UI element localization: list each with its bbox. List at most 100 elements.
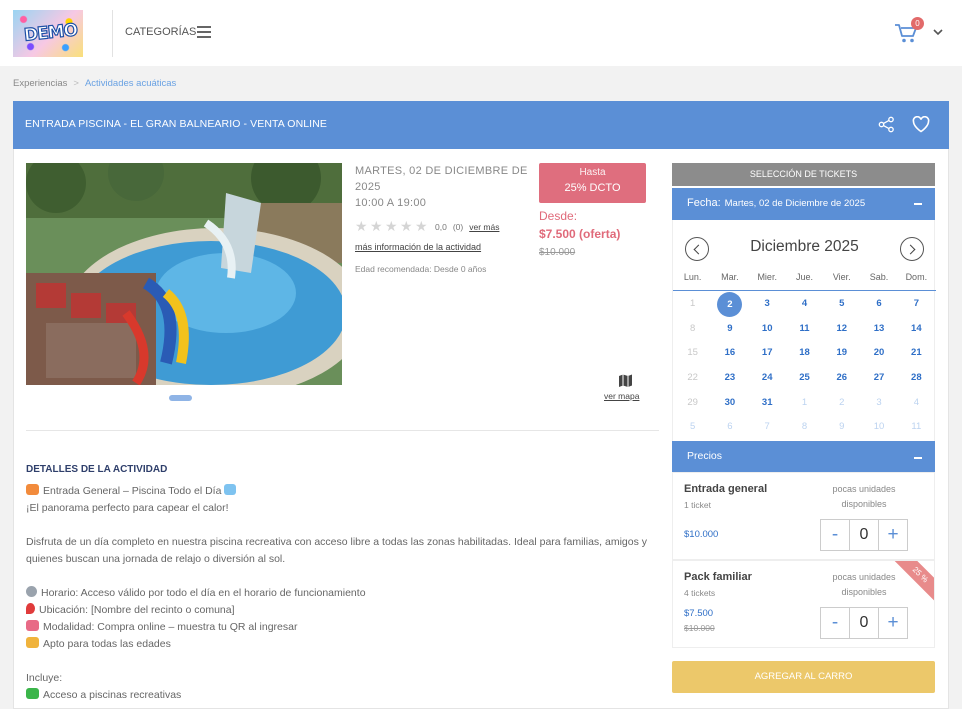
ticket-name: Pack familiar <box>684 571 752 583</box>
stock-notice: pocas unidades disponibles <box>832 572 896 597</box>
details-line: Ubicación: [Nombre del recinto o comuna] <box>26 602 666 619</box>
breadcrumb-item-actividades[interactable]: Actividades acuáticas <box>85 78 176 89</box>
breadcrumb-item-experiencias[interactable]: Experiencias <box>13 78 67 89</box>
calendar-day[interactable]: 13 <box>860 317 897 342</box>
calendar-day[interactable]: 9 <box>711 317 748 342</box>
collapse-icon[interactable] <box>914 457 922 459</box>
calendar-day: 2 <box>839 396 845 408</box>
calendar-day[interactable]: 12 <box>823 317 860 342</box>
weekday-header: Lun. Mar. Mier. Jue. Vier. Sab. Dom. <box>673 272 936 291</box>
clock-icon <box>26 586 37 597</box>
increase-button[interactable]: + <box>879 520 907 550</box>
decrease-button[interactable]: - <box>821 520 849 550</box>
prices-label: Precios <box>687 450 723 462</box>
ticket-price: $10.000 <box>684 529 719 540</box>
calendar-day-selected[interactable]: 2 <box>711 292 748 317</box>
event-date: MARTES, 02 DE DICIEMBRE DE 2025 <box>355 165 528 193</box>
cart-count-badge: 0 <box>911 17 924 30</box>
calendar-day[interactable]: 25 <box>786 366 823 391</box>
selected-date: Martes, 02 de Diciembre de 2025 <box>724 198 866 209</box>
breadcrumb: Experiencias > Actividades acuáticas <box>13 78 176 89</box>
increase-button[interactable]: + <box>879 608 907 638</box>
calendar-day[interactable]: 4 <box>786 292 823 317</box>
calendar-day[interactable]: 6 <box>860 292 897 317</box>
hamburger-menu-icon[interactable] <box>197 26 211 38</box>
calendar-day: 29 <box>687 396 698 408</box>
calendar: Diciembre 2025 Lun. Mar. Mier. Jue. Vier. Sab… <box>672 220 936 441</box>
calendar-day[interactable]: 7 <box>898 292 935 317</box>
next-month-button[interactable] <box>900 237 924 261</box>
calendar-day: 11 <box>911 421 922 433</box>
calendar-day: 8 <box>801 421 808 433</box>
ticket-name: Entrada general <box>684 483 768 495</box>
ticket-selection-title: SELECCIÓN DE TICKETS <box>672 163 935 186</box>
calendar-day[interactable]: 14 <box>898 317 935 342</box>
calendar-day[interactable]: 30 <box>711 391 748 416</box>
calendar-day: 1 <box>801 396 808 408</box>
calendar-day: 7 <box>764 421 770 433</box>
water-drops-icon <box>224 484 237 495</box>
date-label: Fecha: Martes, 02 de Diciembre de 2025 <box>687 197 866 209</box>
chevron-down-icon[interactable] <box>933 27 943 37</box>
event-title-bar: ENTRADA PISCINA - EL GRAN BALNEARIO - VE… <box>13 101 949 149</box>
calendar-day: 15 <box>687 347 698 359</box>
calendar-day[interactable]: 31 <box>749 391 786 416</box>
price-from-label: Desde: <box>539 209 578 223</box>
calendar-day[interactable]: 19 <box>823 341 860 366</box>
ver-mas-link[interactable]: ver más <box>469 222 499 232</box>
calendar-day[interactable]: 5 <box>823 292 860 317</box>
weekday-label: Lun. <box>683 272 702 282</box>
details-line: Horario: Acceso válido por todo el día e… <box>26 585 666 602</box>
date-accordion-header[interactable]: Fecha: Martes, 02 de Diciembre de 2025 <box>672 188 935 220</box>
ticket-count: 4 tickets <box>684 588 716 598</box>
star-icon: ★ <box>370 218 383 234</box>
prices-accordion-header[interactable]: Precios <box>672 441 935 472</box>
calendar-day[interactable]: 11 <box>786 317 823 342</box>
activity-photo[interactable] <box>26 163 342 385</box>
decrease-button[interactable]: - <box>821 608 849 638</box>
site-logo[interactable]: DEMO <box>13 10 83 57</box>
calendar-day[interactable]: 18 <box>786 341 823 366</box>
calendar-day: 4 <box>913 396 919 408</box>
details-spacer <box>26 568 666 585</box>
details-line: Entrada General – Piscina Todo el Día <box>26 483 666 500</box>
favorite-heart-icon[interactable] <box>912 116 930 133</box>
star-icon: ★ <box>400 218 413 234</box>
carousel-indicator[interactable] <box>169 395 192 401</box>
calendar-day[interactable]: 21 <box>898 341 935 366</box>
categories-label[interactable]: CATEGORÍAS <box>125 26 196 38</box>
calendar-day[interactable]: 27 <box>860 366 897 391</box>
breadcrumb-separator: > <box>73 78 79 89</box>
add-to-cart-button[interactable]: AGREGAR AL CARRO <box>672 661 935 693</box>
details-line: Incluye: <box>26 672 63 684</box>
original-price: $10.000 <box>539 247 576 258</box>
quantity-input[interactable]: 0 <box>849 520 879 550</box>
discount-badge: Hasta 25% DCTO <box>539 163 646 203</box>
weekday-label: Dom. <box>905 272 928 282</box>
share-icon[interactable] <box>878 116 895 133</box>
collapse-icon[interactable] <box>914 203 922 205</box>
calendar-day[interactable]: 23 <box>711 366 748 391</box>
weekday-label: Mar. <box>721 272 739 282</box>
calendar-day[interactable]: 28 <box>898 366 935 391</box>
star-icon: ★ <box>355 218 368 234</box>
quantity-stepper: - 0 + <box>820 607 908 639</box>
calendar-days: 1 2 3 4 5 6 7 8 9 10 11 12 13 14 15 16 17 18 19 20 21 22 23 24 2… <box>673 292 936 440</box>
calendar-day[interactable]: 10 <box>749 317 786 342</box>
calendar-day[interactable]: 26 <box>823 366 860 391</box>
calendar-day[interactable]: 17 <box>749 341 786 366</box>
quantity-input[interactable]: 0 <box>849 608 879 638</box>
calendar-day: 8 <box>689 322 696 334</box>
recommended-age: Edad recomendada: Desde 0 años <box>355 264 487 274</box>
calendar-day[interactable]: 3 <box>749 292 786 317</box>
section-divider <box>26 430 659 431</box>
calendar-day[interactable]: 20 <box>860 341 897 366</box>
weekday-label: Mier. <box>757 272 777 282</box>
map-icon[interactable] <box>618 373 633 388</box>
header-divider <box>112 10 113 57</box>
calendar-day[interactable]: 16 <box>711 341 748 366</box>
more-info-link[interactable]: más información de la actividad <box>355 242 481 252</box>
view-map-link[interactable]: ver mapa <box>604 391 639 401</box>
calendar-day[interactable]: 24 <box>749 366 786 391</box>
rating-value: 0,0 <box>435 221 447 232</box>
